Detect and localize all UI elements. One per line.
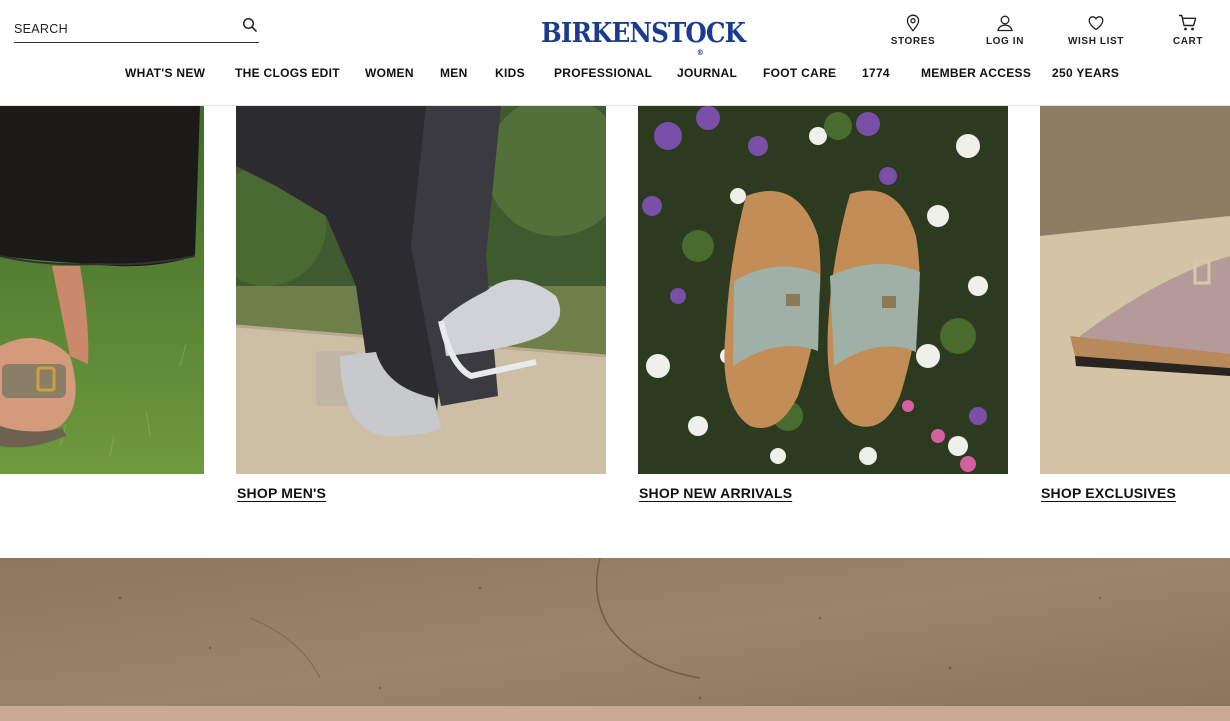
log-in-button[interactable]: LOG IN [970,14,1040,54]
search-input[interactable] [14,18,229,40]
heart-icon [1088,16,1104,31]
nav-item-women[interactable]: WOMEN [365,66,414,80]
wish-list-label: WISH LIST [1068,36,1124,47]
birkenstock-logo[interactable]: BIRKENSTOCK ® [541,16,746,57]
cart-icon [1179,14,1197,31]
nav-item-professional[interactable]: PROFESSIONAL [554,66,652,80]
nav-item-1774[interactable]: 1774 [862,66,890,80]
product-tile-new-arrivals[interactable] [638,106,1008,474]
nav-item-whats-new[interactable]: WHAT'S NEW [125,66,205,80]
product-tile-exclusives[interactable] [1040,106,1230,474]
nav-item-foot-care[interactable]: FOOT CARE [763,66,836,80]
stores-label: STORES [890,36,936,47]
cart-label: CART [1172,36,1204,47]
wish-list-button[interactable]: WISH LIST [1061,14,1131,54]
site-header: BIRKENSTOCK ® STORES LOG IN WISH LIST CA… [0,0,1230,106]
nav-item-journal[interactable]: JOURNAL [677,66,737,80]
product-tile-mens[interactable] [236,106,606,474]
shop-mens-link[interactable]: SHOP MEN'S [237,485,326,501]
product-tile-womens[interactable] [0,106,204,474]
main-navigation: WHAT'S NEW THE CLOGS EDIT WOMEN MEN KIDS… [0,66,1230,86]
exclusives-sandal-image [1040,106,1230,474]
nav-item-250-years[interactable]: 250 YEARS [1052,66,1119,80]
search-bar [14,14,259,43]
mens-shoe-image [236,106,606,474]
nav-item-kids[interactable]: KIDS [495,66,525,80]
hero-banner[interactable] [0,558,1230,721]
concrete-texture-image [0,558,1230,721]
new-arrivals-sandal-image [638,106,1008,474]
location-pin-icon [906,14,920,32]
log-in-label: LOG IN [985,36,1025,47]
nav-item-clogs-edit[interactable]: THE CLOGS EDIT [235,66,340,80]
logo-text: BIRKENSTOCK [541,16,746,49]
shop-exclusives-link[interactable]: SHOP EXCLUSIVES [1041,485,1176,501]
cart-button[interactable]: CART [1153,14,1223,54]
womens-sandal-image [0,106,204,474]
logo-registered-mark: ® [696,47,704,58]
nav-item-men[interactable]: MEN [440,66,468,80]
stores-button[interactable]: STORES [878,14,948,54]
user-icon [997,15,1013,32]
search-icon[interactable] [241,16,259,34]
nav-item-member-access[interactable]: MEMBER ACCESS [921,66,1031,80]
shop-new-arrivals-link[interactable]: SHOP NEW ARRIVALS [639,485,792,501]
